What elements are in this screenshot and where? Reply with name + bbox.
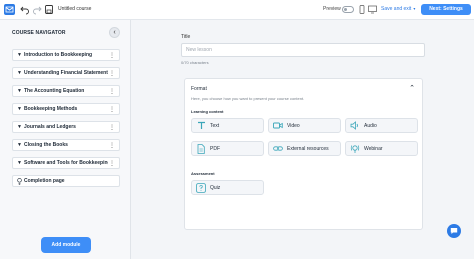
completion-page-label: Completion page bbox=[24, 178, 65, 184]
module-item[interactable]: ▼ The Accounting Equation ⋮ bbox=[12, 85, 120, 97]
module-item[interactable]: ▼ Closing the Books ⋮ bbox=[12, 139, 120, 151]
module-item[interactable]: ▼ Bookkeeping Methods ⋮ bbox=[12, 103, 120, 115]
chevron-down-icon[interactable]: ▼ bbox=[17, 142, 24, 148]
more-options-icon[interactable]: ⋮ bbox=[109, 105, 115, 115]
mail-logo-icon[interactable] bbox=[4, 4, 15, 15]
desktop-preview-icon[interactable] bbox=[368, 5, 377, 14]
option-label: Webinar bbox=[364, 145, 383, 152]
more-options-icon[interactable]: ⋮ bbox=[109, 123, 115, 133]
option-label: External resources bbox=[287, 145, 329, 152]
format-option-audio[interactable]: Audio bbox=[345, 118, 418, 133]
module-label: The Accounting Equation bbox=[24, 88, 85, 94]
format-description: Here, you choose how you want to present… bbox=[191, 96, 305, 101]
course-title[interactable]: Untitled course bbox=[58, 6, 91, 12]
chat-help-button[interactable] bbox=[447, 224, 461, 238]
video-icon bbox=[273, 121, 283, 131]
text-icon bbox=[196, 121, 206, 131]
option-label: Audio bbox=[364, 122, 377, 129]
preview-toggle[interactable] bbox=[342, 6, 354, 13]
character-count: 0/70 characters bbox=[181, 60, 209, 65]
chevron-down-icon[interactable]: ▼ bbox=[17, 70, 24, 76]
module-item[interactable]: ▼ Understanding Financial Statements ⋮ bbox=[12, 67, 120, 79]
format-option-pdf[interactable]: PDF bbox=[191, 141, 264, 156]
chevron-left-icon: ‹ bbox=[113, 29, 116, 36]
chat-bubble-icon bbox=[450, 228, 458, 234]
more-options-icon[interactable]: ⋮ bbox=[109, 87, 115, 97]
module-item[interactable]: ▼ Introduction to Bookkeeping ⋮ bbox=[12, 49, 120, 61]
chevron-up-icon[interactable]: ⌃ bbox=[409, 84, 415, 92]
module-label: Introduction to Bookkeeping bbox=[24, 52, 93, 58]
format-heading: Format bbox=[191, 86, 207, 92]
chevron-down-icon[interactable]: ▼ bbox=[17, 160, 24, 166]
save-and-exit-label: Save and exit bbox=[381, 6, 412, 12]
option-label: Video bbox=[287, 122, 300, 129]
add-module-button[interactable]: Add module bbox=[41, 237, 91, 253]
course-navigator-sidebar: COURSE NAVIGATOR ‹ ▼ Introduction to Boo… bbox=[0, 20, 131, 259]
mobile-preview-icon[interactable] bbox=[358, 5, 366, 14]
lesson-editor: Title New lesson 0/70 characters Format … bbox=[132, 20, 474, 259]
module-label: Understanding Financial Statements bbox=[24, 70, 108, 76]
audio-icon bbox=[350, 121, 360, 131]
chevron-down-icon: ▾ bbox=[413, 6, 416, 11]
title-label: Title bbox=[181, 34, 191, 40]
module-label: Bookkeeping Methods bbox=[24, 106, 78, 112]
format-panel: Format ⌃ Here, you choose how you want t… bbox=[184, 78, 423, 230]
module-label: Software and Tools for Bookkeeping bbox=[24, 160, 108, 166]
format-option-text[interactable]: Text bbox=[191, 118, 264, 133]
module-label: Journals and Ledgers bbox=[24, 124, 76, 130]
chevron-down-icon[interactable]: ▼ bbox=[17, 52, 24, 58]
sidebar-title: COURSE NAVIGATOR bbox=[12, 30, 66, 36]
title-input[interactable]: New lesson bbox=[181, 43, 425, 57]
redo-icon[interactable] bbox=[32, 4, 42, 15]
module-item[interactable]: ▼ Software and Tools for Bookkeeping ⋮ bbox=[12, 157, 120, 169]
learning-content-label: Learning content bbox=[191, 109, 224, 114]
webinar-icon bbox=[350, 144, 360, 154]
next-settings-button[interactable]: Next: Settings bbox=[421, 4, 471, 15]
preview-label: Preview bbox=[323, 6, 341, 12]
save-disk-icon[interactable] bbox=[44, 4, 54, 15]
chevron-down-icon[interactable]: ▼ bbox=[17, 106, 24, 112]
quiz-icon bbox=[196, 182, 206, 193]
format-option-video[interactable]: Video bbox=[268, 118, 341, 133]
pdf-icon bbox=[196, 143, 206, 154]
link-icon bbox=[273, 144, 283, 154]
top-bar: Untitled course Preview Save and exit ▾ N… bbox=[0, 0, 474, 20]
option-label: Text bbox=[210, 122, 220, 129]
collapse-sidebar-button[interactable]: ‹ bbox=[109, 27, 120, 38]
chevron-down-icon[interactable]: ▼ bbox=[17, 124, 24, 130]
option-label: PDF bbox=[210, 145, 220, 152]
more-options-icon[interactable]: ⋮ bbox=[109, 69, 115, 79]
option-label: Quiz bbox=[210, 184, 221, 191]
lightbulb-icon bbox=[17, 177, 24, 185]
module-label: Closing the Books bbox=[24, 142, 68, 148]
completion-page-item[interactable]: Completion page bbox=[12, 175, 120, 187]
format-option-external-resources[interactable]: External resources bbox=[268, 141, 341, 156]
format-option-quiz[interactable]: Quiz bbox=[191, 180, 264, 195]
more-options-icon[interactable]: ⋮ bbox=[109, 51, 115, 61]
save-and-exit-button[interactable]: Save and exit ▾ bbox=[381, 6, 415, 12]
undo-icon[interactable] bbox=[20, 4, 30, 15]
module-list: ▼ Introduction to Bookkeeping ⋮ ▼ Unders… bbox=[12, 49, 120, 193]
format-option-webinar[interactable]: Webinar bbox=[345, 141, 418, 156]
chevron-down-icon[interactable]: ▼ bbox=[17, 88, 24, 94]
more-options-icon[interactable]: ⋮ bbox=[109, 141, 115, 151]
assessment-label: Assessment bbox=[191, 171, 215, 176]
more-options-icon[interactable]: ⋮ bbox=[109, 159, 115, 169]
module-item[interactable]: ▼ Journals and Ledgers ⋮ bbox=[12, 121, 120, 133]
